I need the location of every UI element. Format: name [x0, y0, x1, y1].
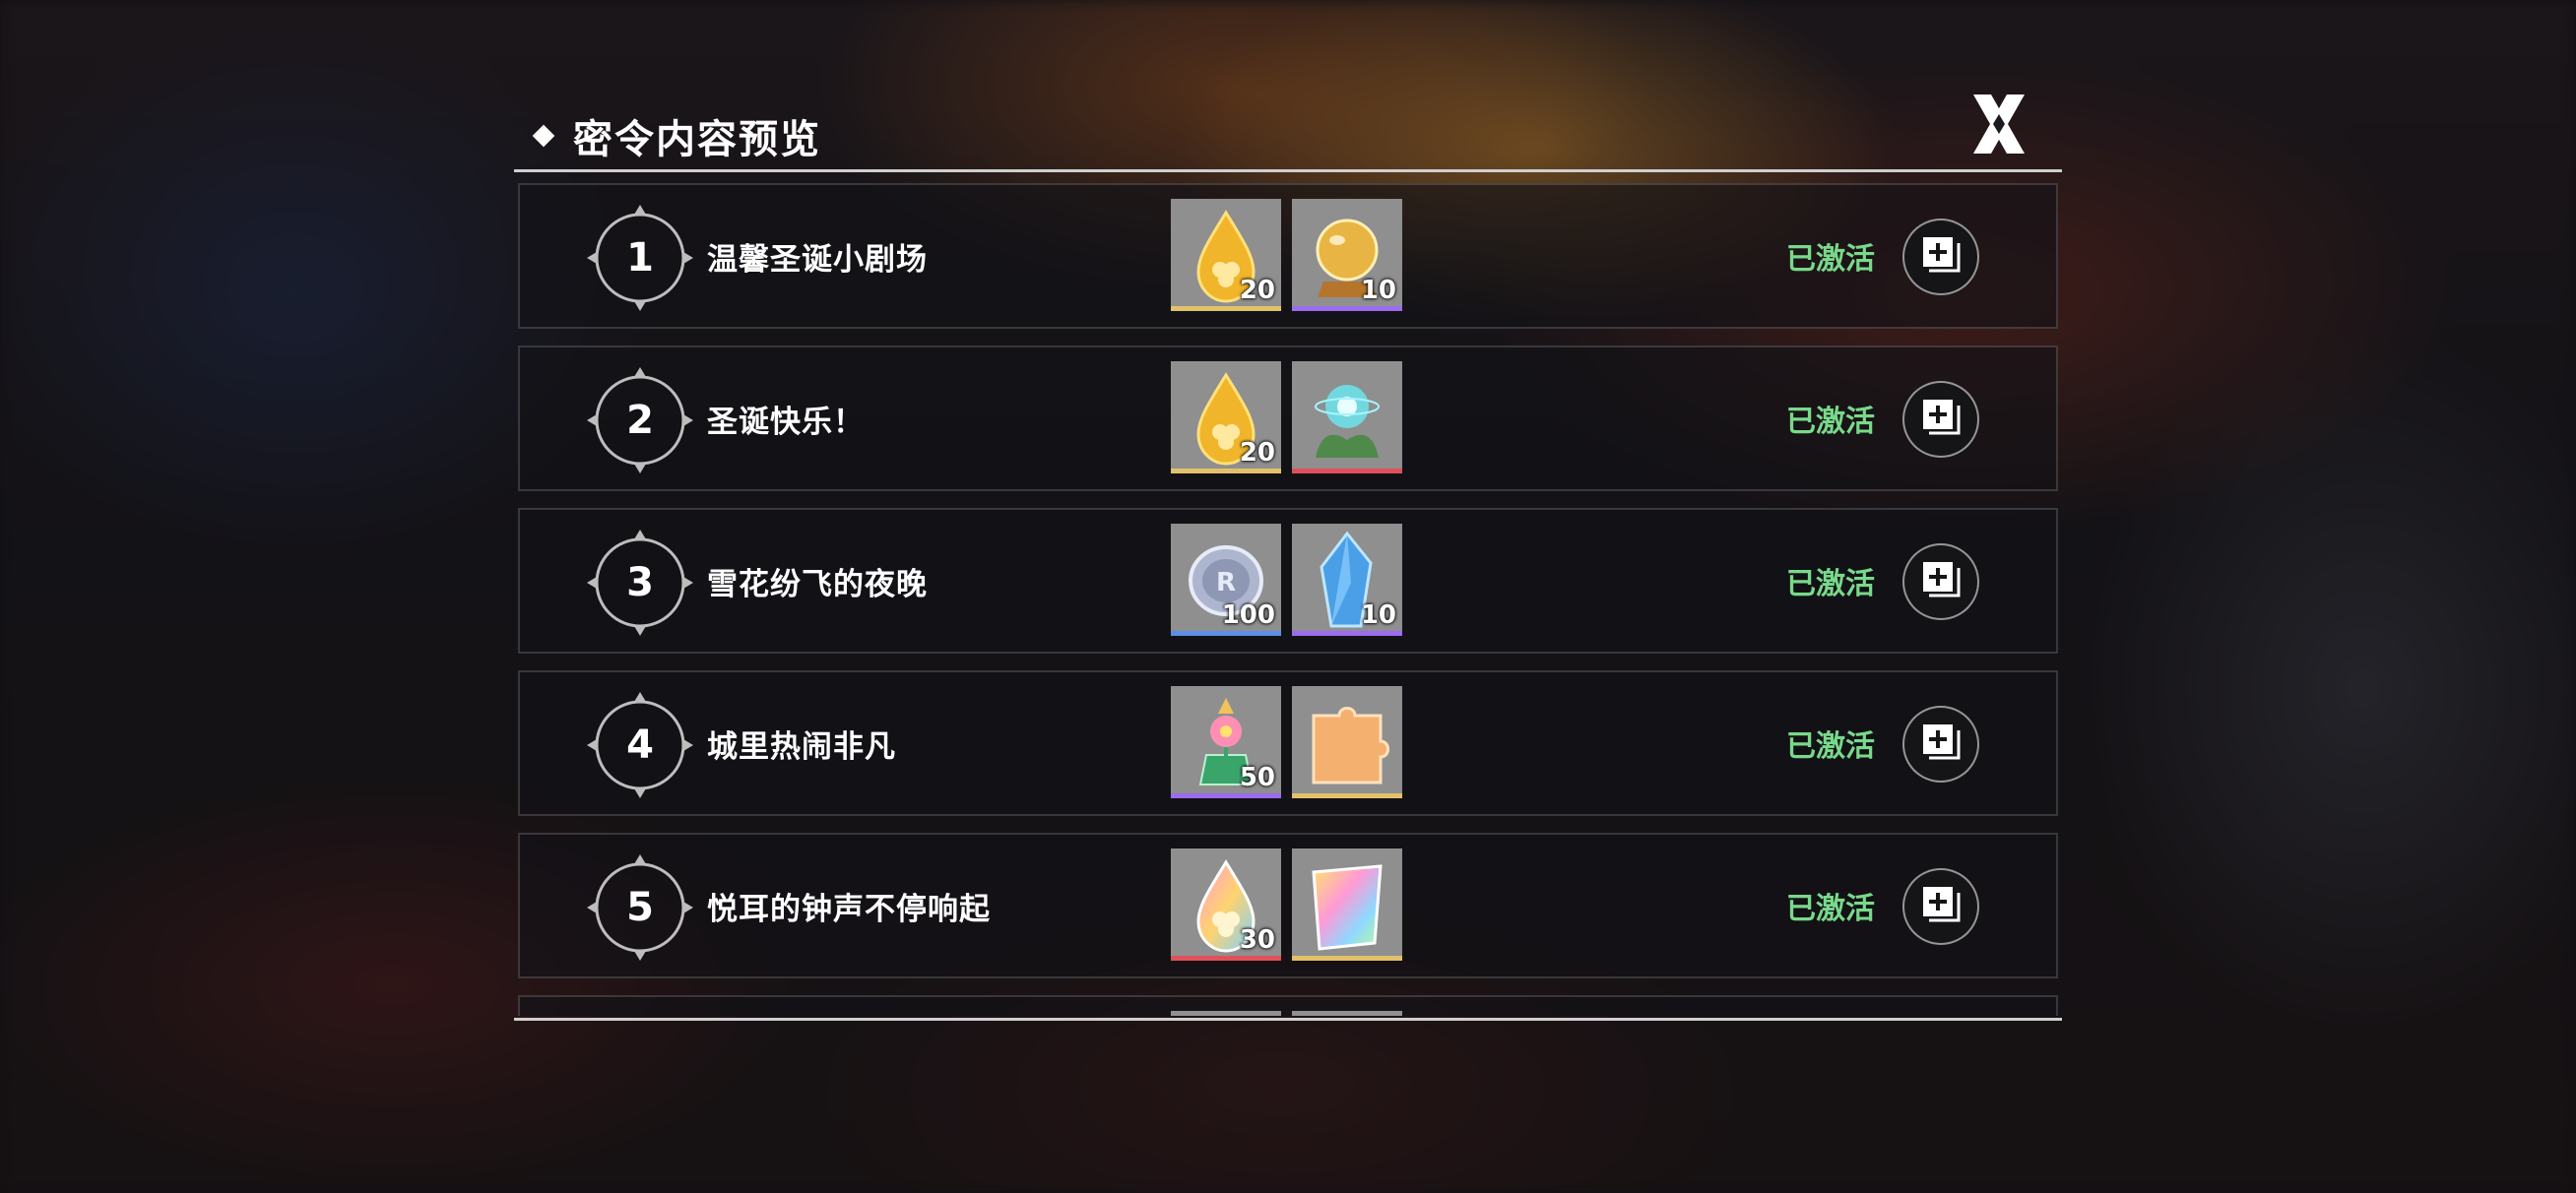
footer-divider — [514, 1018, 2062, 1021]
activated-status: 已激活 — [1786, 567, 1875, 601]
tier-number: 2 — [626, 398, 654, 443]
tier-number-badge: 1 — [587, 205, 693, 311]
reward-item[interactable]: 10 — [1292, 524, 1402, 636]
rarity-bar — [1171, 793, 1281, 798]
tier-number-badge: 3 — [587, 530, 693, 636]
reward-item[interactable]: 30 — [1171, 848, 1281, 961]
rarity-bar — [1292, 631, 1402, 636]
svg-text:R: R — [1216, 568, 1236, 597]
reward-count: 100 — [1221, 600, 1275, 630]
close-icon — [1973, 94, 2025, 154]
activated-status: 已激活 — [1786, 242, 1875, 277]
tier-number: 4 — [626, 722, 654, 768]
reward-row: 3 雪花纷飞的夜晚 R 100 10 已激活 — [518, 508, 2058, 654]
tier-title: 圣诞快乐！ — [707, 404, 865, 440]
reward-item[interactable]: 20 — [1171, 199, 1281, 311]
secret-code-preview-panel: 密令内容预览 1 温馨圣诞小剧场 20 10 已激活 2 圣诞快乐！ 20 已激活 3 雪花纷飞的夜… — [514, 94, 2062, 1024]
rarity-bar — [1292, 793, 1402, 798]
reward-count: 10 — [1360, 600, 1396, 630]
activated-status: 已激活 — [1786, 729, 1875, 764]
tier-title: 悦耳的钟声不停响起 — [707, 891, 991, 927]
tier-title: 温馨圣诞小剧场 — [707, 241, 928, 278]
tier-number-badge: 5 — [587, 854, 693, 961]
reward-item[interactable]: 10 — [1292, 199, 1402, 311]
rainbow-card-icon — [1312, 864, 1383, 951]
reward-item[interactable] — [1292, 686, 1402, 798]
rarity-bar — [1292, 306, 1402, 311]
tier-title: 城里热闹非凡 — [707, 728, 896, 765]
tier-number: 3 — [626, 560, 654, 605]
reward-item[interactable]: 50 — [1171, 686, 1281, 798]
rarity-bar — [1292, 956, 1402, 961]
rarity-bar — [1171, 631, 1281, 636]
close-button[interactable] — [1960, 85, 2038, 163]
reward-item[interactable] — [1292, 361, 1402, 473]
add-square-icon — [1923, 724, 1961, 760]
rarity-bar — [1171, 956, 1281, 961]
reward-row: 4 城里热闹非凡 50 已激活 — [518, 670, 2058, 816]
reward-item[interactable] — [1292, 848, 1402, 961]
rarity-bar — [1171, 306, 1281, 311]
add-square-icon — [1923, 562, 1961, 597]
reward-count: 50 — [1239, 763, 1275, 792]
reward-count: 20 — [1239, 276, 1275, 305]
tier-number: 5 — [626, 885, 654, 930]
add-to-inventory-button[interactable] — [1902, 706, 1979, 783]
glowing-orb-plant-icon — [1315, 385, 1380, 458]
add-to-inventory-button[interactable] — [1902, 868, 1979, 945]
reward-row: 5 悦耳的钟声不停响起 30 已激活 — [518, 833, 2058, 978]
rarity-bar — [1171, 469, 1281, 473]
add-to-inventory-button[interactable] — [1902, 543, 1979, 620]
activated-status: 已激活 — [1786, 892, 1875, 926]
reward-item[interactable]: 20 — [1171, 361, 1281, 473]
rarity-bar — [1292, 469, 1402, 473]
reward-item[interactable]: R 100 — [1171, 524, 1281, 636]
reward-item[interactable] — [1171, 1011, 1281, 1016]
reward-item[interactable] — [1292, 1011, 1402, 1016]
reward-row: 1 温馨圣诞小剧场 20 10 已激活 — [518, 183, 2058, 329]
add-square-icon — [1923, 887, 1961, 922]
reward-count: 30 — [1239, 925, 1275, 955]
header-divider — [514, 169, 2062, 172]
panel-header: 密令内容预览 — [514, 106, 821, 165]
puzzle-piece-icon — [1312, 707, 1389, 785]
reward-row — [518, 995, 2058, 1016]
tier-number-badge: 4 — [587, 692, 693, 798]
tier-number: 1 — [626, 235, 654, 281]
tier-title: 雪花纷飞的夜晚 — [707, 566, 928, 602]
reward-count: 10 — [1360, 276, 1396, 305]
reward-list[interactable]: 1 温馨圣诞小剧场 20 10 已激活 2 圣诞快乐！ 20 已激活 3 雪花纷飞的夜晚 R 100 10… — [518, 183, 2060, 1016]
add-to-inventory-button[interactable] — [1902, 381, 1979, 458]
add-square-icon — [1923, 400, 1961, 435]
page-title: 密令内容预览 — [573, 117, 821, 162]
reward-row: 2 圣诞快乐！ 20 已激活 — [518, 345, 2058, 491]
add-to-inventory-button[interactable] — [1902, 219, 1979, 295]
tier-number-badge: 2 — [587, 367, 693, 473]
diamond-bullet-icon — [532, 124, 555, 148]
add-square-icon — [1923, 237, 1961, 273]
reward-count: 20 — [1239, 438, 1275, 468]
activated-status: 已激活 — [1786, 405, 1875, 439]
